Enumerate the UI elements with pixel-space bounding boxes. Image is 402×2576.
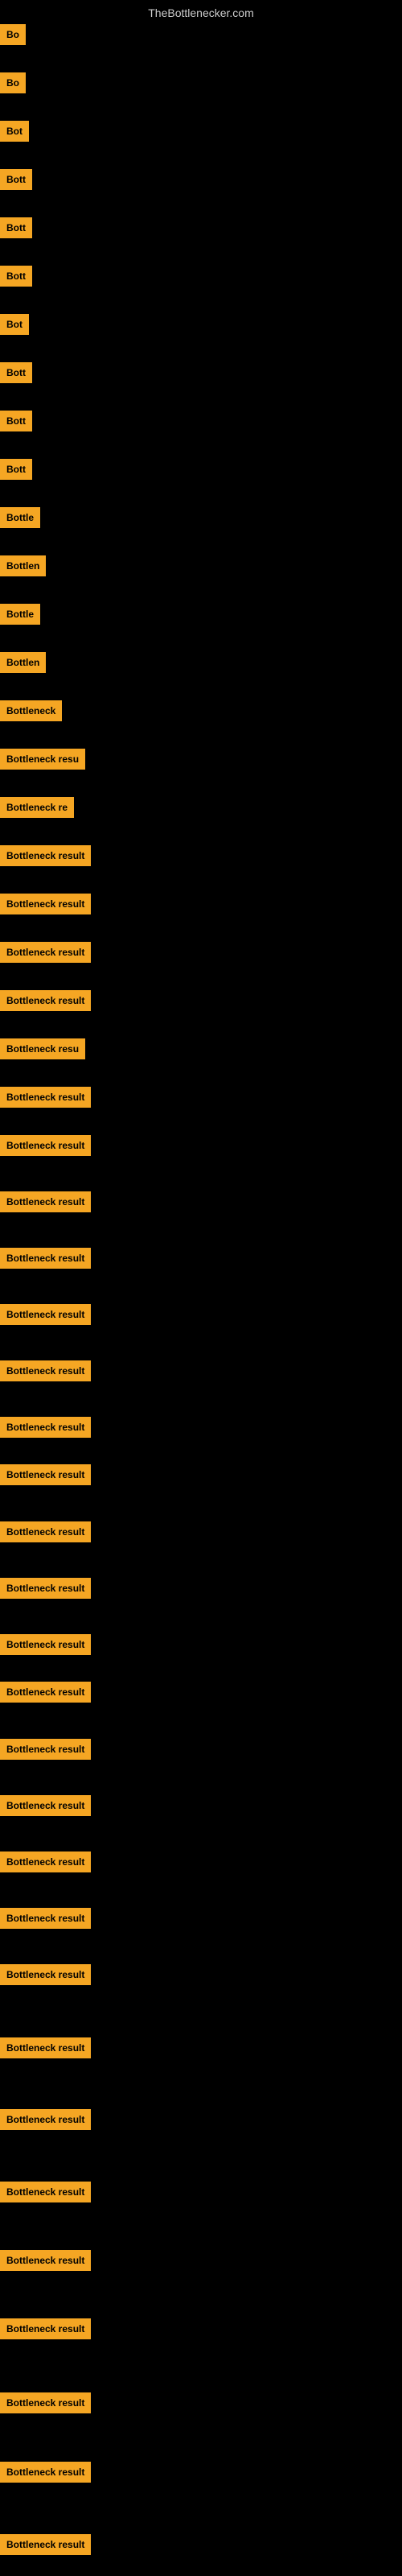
list-item: Bottleneck result: [0, 1521, 91, 1542]
label-box: Bottleneck result: [0, 1248, 91, 1269]
label-box: Bottleneck result: [0, 2250, 91, 2271]
label-box: Bot: [0, 314, 29, 335]
label-box: Bottleneck result: [0, 1739, 91, 1760]
list-item: Bott: [0, 169, 32, 190]
label-box: Bottleneck result: [0, 2392, 91, 2413]
list-item: Bottleneck resu: [0, 1038, 85, 1059]
label-box: Bottleneck result: [0, 1795, 91, 1816]
label-box: Bottleneck result: [0, 1417, 91, 1438]
label-box: Bottleneck result: [0, 1908, 91, 1929]
label-box: Bottleneck result: [0, 1521, 91, 1542]
list-item: Bottleneck result: [0, 1191, 91, 1212]
label-box: Bottleneck result: [0, 1578, 91, 1599]
label-box: Bottleneck result: [0, 942, 91, 963]
site-title: TheBottlenecker.com: [0, 0, 402, 23]
label-box: Bottleneck result: [0, 990, 91, 1011]
label-box: Bott: [0, 266, 32, 287]
list-item: Bottleneck result: [0, 1578, 91, 1599]
label-box: Bottleneck re: [0, 797, 74, 818]
label-box: Bottleneck result: [0, 2037, 91, 2058]
list-item: Bottleneck result: [0, 990, 91, 1011]
label-box: Bottleneck result: [0, 2462, 91, 2483]
label-box: Bott: [0, 362, 32, 383]
label-box: Bottleneck resu: [0, 1038, 85, 1059]
label-box: Bottleneck result: [0, 1682, 91, 1703]
list-item: Bottle: [0, 507, 40, 528]
list-item: Bott: [0, 411, 32, 431]
list-item: Bottleneck result: [0, 1682, 91, 1703]
label-box: Bott: [0, 169, 32, 190]
list-item: Bottleneck result: [0, 2318, 91, 2339]
label-box: Bottleneck result: [0, 2534, 91, 2555]
label-box: Bo: [0, 24, 26, 45]
list-item: Bottlen: [0, 652, 46, 673]
list-item: Bot: [0, 314, 29, 335]
label-box: Bottleneck result: [0, 2318, 91, 2339]
label-box: Bottlen: [0, 652, 46, 673]
label-box: Bottleneck result: [0, 845, 91, 866]
label-box: Bottlen: [0, 555, 46, 576]
label-box: Bottleneck result: [0, 1964, 91, 1985]
label-box: Bottleneck result: [0, 1852, 91, 1872]
label-box: Bottleneck result: [0, 1191, 91, 1212]
list-item: Bottleneck result: [0, 2462, 91, 2483]
label-box: Bott: [0, 459, 32, 480]
list-item: Bottleneck result: [0, 2037, 91, 2058]
list-item: Bottleneck result: [0, 1087, 91, 1108]
list-item: Bottleneck result: [0, 1634, 91, 1655]
label-box: Bottleneck result: [0, 1087, 91, 1108]
list-item: Bottleneck result: [0, 1135, 91, 1156]
list-item: Bottlen: [0, 555, 46, 576]
label-box: Bottleneck result: [0, 1360, 91, 1381]
label-box: Bottleneck resu: [0, 749, 85, 770]
label-box: Bottleneck: [0, 700, 62, 721]
list-item: Bottleneck result: [0, 1795, 91, 1816]
label-box: Bottleneck result: [0, 2182, 91, 2202]
label-box: Bottleneck result: [0, 1464, 91, 1485]
list-item: Bott: [0, 459, 32, 480]
label-box: Bo: [0, 72, 26, 93]
list-item: Bottleneck result: [0, 1739, 91, 1760]
list-item: Bottleneck result: [0, 1964, 91, 1985]
list-item: Bottleneck: [0, 700, 62, 721]
list-item: Bo: [0, 72, 26, 93]
list-item: Bott: [0, 362, 32, 383]
list-item: Bottleneck result: [0, 845, 91, 866]
list-item: Bottleneck result: [0, 1464, 91, 1485]
list-item: Bottleneck resu: [0, 749, 85, 770]
list-item: Bottleneck result: [0, 1852, 91, 1872]
label-box: Bottle: [0, 507, 40, 528]
list-item: Bottleneck result: [0, 1908, 91, 1929]
list-item: Bottleneck result: [0, 1248, 91, 1269]
list-item: Bott: [0, 266, 32, 287]
list-item: Bott: [0, 217, 32, 238]
list-item: Bottleneck result: [0, 1360, 91, 1381]
list-item: Bottleneck result: [0, 2534, 91, 2555]
list-item: Bottleneck result: [0, 1417, 91, 1438]
list-item: Bottleneck result: [0, 2109, 91, 2130]
list-item: Bottleneck result: [0, 942, 91, 963]
label-box: Bottleneck result: [0, 894, 91, 914]
list-item: Bottleneck re: [0, 797, 74, 818]
label-box: Bot: [0, 121, 29, 142]
list-item: Bottleneck result: [0, 2182, 91, 2202]
label-box: Bottleneck result: [0, 1634, 91, 1655]
list-item: Bot: [0, 121, 29, 142]
label-box: Bottle: [0, 604, 40, 625]
list-item: Bottleneck result: [0, 894, 91, 914]
label-box: Bottleneck result: [0, 2109, 91, 2130]
list-item: Bottleneck result: [0, 2250, 91, 2271]
list-item: Bottleneck result: [0, 1304, 91, 1325]
label-box: Bott: [0, 411, 32, 431]
list-item: Bottle: [0, 604, 40, 625]
label-box: Bott: [0, 217, 32, 238]
list-item: Bo: [0, 24, 26, 45]
label-box: Bottleneck result: [0, 1304, 91, 1325]
label-box: Bottleneck result: [0, 1135, 91, 1156]
list-item: Bottleneck result: [0, 2392, 91, 2413]
